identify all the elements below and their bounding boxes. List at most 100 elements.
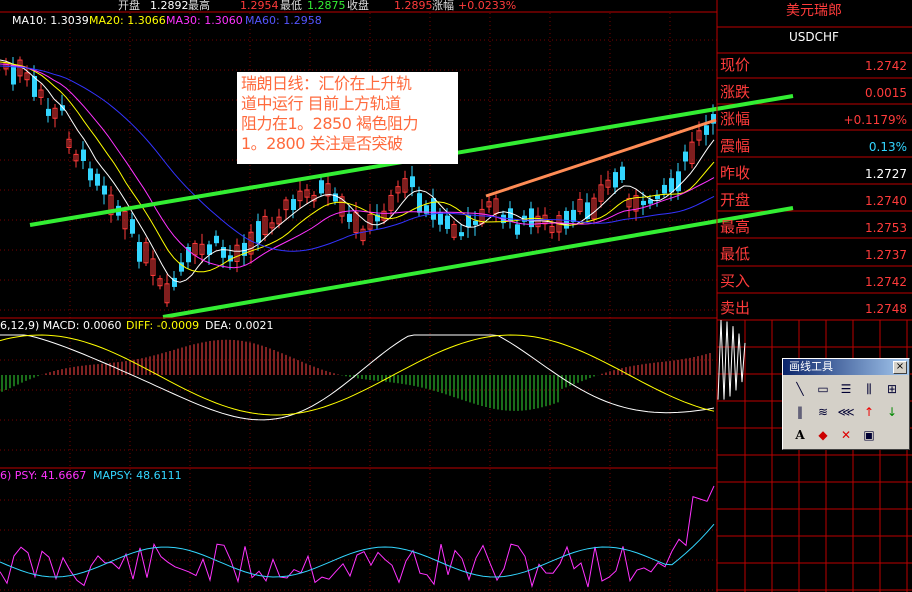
- close-value: 1.2895: [394, 0, 433, 12]
- analysis-annotation[interactable]: 瑞朗日线：汇价在上升轨 道中运行 目前上方轨道 阻力在1。2850 褐色阻力 1…: [237, 72, 458, 164]
- candle-body-down: [613, 172, 618, 188]
- candle-body-down: [459, 232, 464, 237]
- candle-body-down: [11, 64, 16, 85]
- macd-legend-params: 6,12,9) MACD: 0.0060: [0, 319, 121, 332]
- open-value: 1.2892: [150, 0, 189, 12]
- quote-label: 涨跌: [720, 83, 750, 101]
- candle-body-down: [95, 173, 100, 186]
- quote-label: 昨收: [720, 164, 750, 182]
- psy-line: [0, 485, 715, 589]
- candle-body-down: [81, 149, 86, 161]
- quote-label: 买入: [720, 272, 750, 290]
- quote-value: 1.2727: [865, 167, 907, 181]
- quote-value: 1.2742: [865, 275, 907, 289]
- quote-label: 卖出: [720, 299, 750, 317]
- eraser-tool-icon[interactable]: ◆: [812, 424, 834, 446]
- candle-body-down: [641, 200, 646, 206]
- psy-panel: [0, 485, 715, 589]
- candle-body-down: [571, 209, 576, 223]
- drawing-toolbox[interactable]: 画线工具 × ╲ ▭ ☰ ⫼ ⊞ ‖ ≋ ⋘ ↑ ↓ A ◆ ✕ ▣: [782, 358, 910, 450]
- toolbox-close-button[interactable]: ×: [893, 361, 907, 374]
- ma10-legend: MA10: 1.3039: [12, 14, 89, 27]
- candle-body-down: [620, 166, 625, 180]
- ma60-legend: MA60: 1.2958: [245, 14, 322, 27]
- quote-value: 1.2737: [865, 248, 907, 262]
- instrument-symbol: USDCHF: [789, 30, 839, 44]
- candle-body-down: [130, 219, 135, 234]
- candle-body-down: [438, 212, 443, 225]
- delete-tool-icon[interactable]: ✕: [835, 424, 857, 446]
- candle-body-down: [431, 198, 436, 220]
- candle-body-down: [445, 215, 450, 230]
- candle-body-down: [88, 168, 93, 181]
- macd-dea-line: [0, 334, 715, 416]
- fan-lines-tool-icon[interactable]: ⋘: [835, 401, 857, 423]
- save-tool-icon[interactable]: ▣: [858, 424, 880, 446]
- candle-body-down: [410, 176, 415, 188]
- rectangle-tool-icon[interactable]: ▭: [812, 378, 834, 400]
- quote-label: 现价: [720, 56, 750, 74]
- psy-legend: 6) PSY: 41.6667 MAPSY: 48.6111: [0, 469, 182, 482]
- candle-body-down: [333, 193, 338, 202]
- period-lines-tool-icon[interactable]: ‖: [789, 401, 811, 423]
- psy-legend-psy: 6) PSY: 41.6667: [0, 469, 86, 482]
- quote-label: 最高: [720, 218, 750, 236]
- toolbox-tools: ╲ ▭ ☰ ⫼ ⊞ ‖ ≋ ⋘ ↑ ↓ A ◆ ✕ ▣: [783, 375, 909, 449]
- down-arrow-tool-icon[interactable]: ↓: [881, 401, 903, 423]
- annotation-line-3: 阻力在1。2850 褐色阻力: [241, 114, 419, 133]
- quote-label: 开盘: [720, 191, 750, 209]
- quote-panel: 美元瑞郎 USDCHF 现价 1.2742 涨跌 0.0015 涨幅 +0.1179% 震幅…: [720, 3, 907, 317]
- parallel-lines-tool-icon[interactable]: ☰: [835, 378, 857, 400]
- macd-legend-dea: DEA: 0.0021: [205, 319, 273, 332]
- fibonacci-tool-icon[interactable]: ⊞: [881, 378, 903, 400]
- toolbox-title: 画线工具: [789, 360, 833, 373]
- candle-body-down: [137, 242, 142, 262]
- quote-value: 1.2740: [865, 194, 907, 208]
- quote-value: +0.1179%: [844, 113, 907, 127]
- candle-body-down: [704, 125, 709, 135]
- text-tool-icon[interactable]: A: [789, 424, 811, 446]
- up-arrow-tool-icon[interactable]: ↑: [858, 401, 880, 423]
- close-label: 收盘: [347, 0, 369, 12]
- candle-body-down: [214, 235, 219, 244]
- macd-panel: [0, 319, 746, 421]
- quote-label: 震幅: [720, 137, 750, 155]
- candle-body-down: [662, 184, 667, 194]
- ma20-legend: MA20: 1.3066: [89, 14, 166, 27]
- quote-value: 0.0015: [865, 86, 907, 100]
- high-value: 1.2954: [240, 0, 279, 12]
- quote-label: 涨幅: [720, 110, 750, 128]
- annotation-line-2: 道中运行 目前上方轨道: [241, 94, 401, 113]
- low-label: 最低: [280, 0, 302, 12]
- candle-body-down: [221, 247, 226, 258]
- gann-tool-icon[interactable]: ⫼: [858, 378, 880, 400]
- candle-body-down: [291, 199, 296, 211]
- candle-body-down: [515, 224, 520, 235]
- psy-legend-mapsy: MAPSY: 48.6111: [93, 469, 182, 482]
- candle-body-down: [473, 220, 478, 225]
- ma30-legend: MA30: 1.3060: [166, 14, 243, 27]
- macd-legend-diff: DIFF: -0.0009: [126, 319, 199, 332]
- ohlc-header: 开盘 1.2892 最高 1.2954 最低 1.2875 收盘 1.2895 …: [118, 0, 516, 12]
- low-value: 1.2875: [307, 0, 346, 12]
- macd-diff-line: [0, 334, 715, 421]
- quote-value: 0.13%: [869, 140, 907, 154]
- quote-value: 1.2742: [865, 59, 907, 73]
- ma-legend: MA10: 1.3039 MA20: 1.3066 MA30: 1.3060 M…: [12, 14, 322, 27]
- line-tool-icon[interactable]: ╲: [789, 378, 811, 400]
- change-value: +0.0233%: [458, 0, 516, 12]
- speed-lines-tool-icon[interactable]: ≋: [812, 401, 834, 423]
- quote-value: 1.2753: [865, 221, 907, 235]
- high-label: 最高: [188, 0, 210, 12]
- candle-body-down: [102, 185, 107, 195]
- macd-tail-line: [717, 319, 746, 400]
- candle-body-down: [417, 193, 422, 213]
- instrument-name: 美元瑞郎: [786, 3, 842, 19]
- candle-body-down: [256, 221, 261, 243]
- quote-value: 1.2748: [865, 302, 907, 316]
- candle-body-down: [347, 213, 352, 222]
- macd-legend: 6,12,9) MACD: 0.0060 DIFF: -0.0009 DEA: …: [0, 319, 273, 332]
- change-label: 涨幅: [432, 0, 454, 12]
- toolbox-titlebar[interactable]: 画线工具 ×: [783, 359, 909, 375]
- mapsy-line: [0, 523, 715, 578]
